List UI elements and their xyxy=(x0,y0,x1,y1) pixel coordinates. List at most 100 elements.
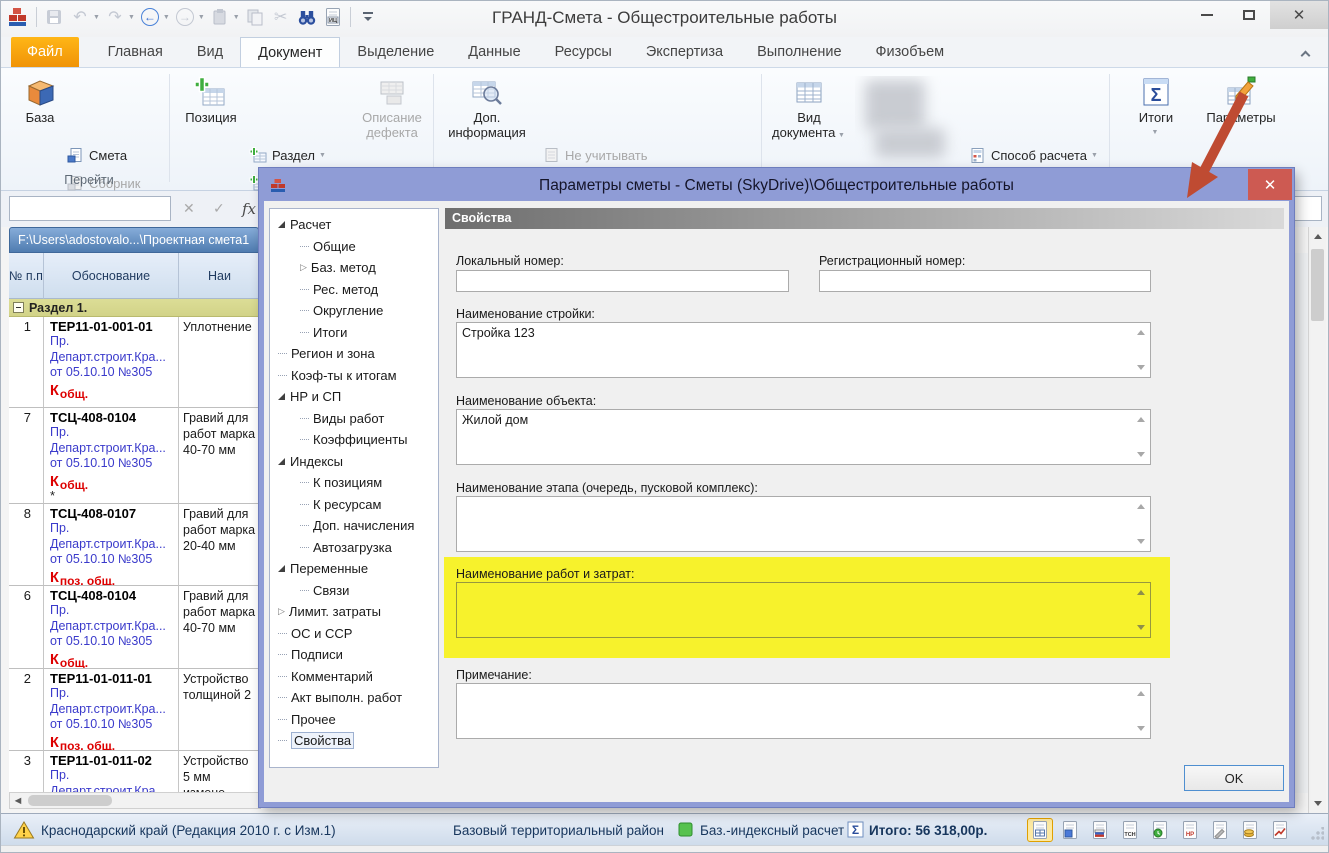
dialog-tree-item[interactable]: Свойства xyxy=(270,730,438,752)
horizontal-scrollbar[interactable]: ◄ xyxy=(9,792,261,809)
tab-file[interactable]: Файл xyxy=(11,37,79,67)
price-indices-icon[interactable]: ИЦ xyxy=(321,5,345,29)
base-button[interactable]: База xyxy=(13,74,67,125)
dialog-tree-item[interactable]: Комментарий xyxy=(270,666,438,688)
view-coins-doc-icon[interactable] xyxy=(1237,818,1263,842)
col-header-name[interactable]: Наи xyxy=(179,253,261,299)
dialog-tree-item[interactable]: ▷Лимит. затраты xyxy=(270,601,438,623)
confirm-entry-icon[interactable]: ✓ xyxy=(213,200,225,217)
view-tsn-doc-icon[interactable]: ТСН xyxy=(1117,818,1143,842)
view-chart-doc-icon[interactable] xyxy=(1267,818,1293,842)
dialog-tree-item[interactable]: Связи xyxy=(270,580,438,602)
cancel-entry-icon[interactable]: ✕ xyxy=(183,200,195,217)
local-number-input[interactable] xyxy=(456,270,789,292)
view-resource-doc-icon[interactable] xyxy=(1147,818,1173,842)
scroll-down-icon[interactable] xyxy=(1314,801,1322,806)
dropdown-arrow-icon[interactable]: ▼ xyxy=(233,14,240,21)
status-total[interactable]: Итого: 56 318,00р. xyxy=(869,814,987,846)
smeta-button[interactable]: Смета xyxy=(67,144,150,166)
scroll-left-icon[interactable]: ◄ xyxy=(10,795,26,807)
reg-number-input[interactable] xyxy=(819,270,1151,292)
view-draft-doc-icon[interactable] xyxy=(1207,818,1233,842)
view-flag-doc-icon[interactable] xyxy=(1087,818,1113,842)
tab-Выполнение[interactable]: Выполнение xyxy=(740,37,858,67)
tab-Документ[interactable]: Документ xyxy=(240,37,340,67)
chevron-up-icon[interactable] xyxy=(1137,691,1145,696)
tab-Физобъем[interactable]: Физобъем xyxy=(859,37,962,67)
resize-grip[interactable] xyxy=(1310,827,1324,841)
dialog-tree-item[interactable]: Переменные xyxy=(270,558,438,580)
scrollbar-thumb[interactable] xyxy=(1311,249,1324,321)
scrollbar-thumb[interactable] xyxy=(28,795,112,806)
construction-name-textarea[interactable]: Стройка 123 xyxy=(456,322,1151,378)
chevron-up-icon[interactable] xyxy=(1137,330,1145,335)
dropdown-arrow-icon[interactable]: ▼ xyxy=(93,14,100,21)
dialog-tree-item[interactable]: ОС и ССР xyxy=(270,623,438,645)
customize-qat-icon[interactable] xyxy=(356,5,380,29)
document-view-button[interactable]: Вид документа ▼ xyxy=(767,74,851,143)
dialog-tree-item[interactable]: Акт выполн. работ xyxy=(270,687,438,709)
collapsed-icon[interactable]: ▷ xyxy=(278,606,285,617)
defect-description-button[interactable]: Описание дефекта xyxy=(353,74,431,140)
note-textarea[interactable] xyxy=(456,683,1151,739)
dialog-tree-item[interactable]: Доп. начисления xyxy=(270,515,438,537)
copy-icon[interactable] xyxy=(243,5,267,29)
dialog-tree-item[interactable]: Общие xyxy=(270,236,438,258)
totals-button[interactable]: Σ Итоги ▼ xyxy=(1127,74,1185,140)
calculation-method-button[interactable]: Способ расчета▼ xyxy=(969,144,1108,166)
tab-Экспертиза[interactable]: Экспертиза xyxy=(629,37,740,67)
tab-Вид[interactable]: Вид xyxy=(180,37,240,67)
chevron-down-icon[interactable] xyxy=(1137,625,1145,630)
additional-info-button[interactable]: Доп. информация xyxy=(439,74,535,140)
document-tab[interactable]: F:\Users\adostovalo...\Проектная смета1 xyxy=(9,227,259,253)
scroll-up-icon[interactable] xyxy=(1314,234,1322,239)
expanded-icon[interactable] xyxy=(278,458,285,465)
chevron-up-icon[interactable] xyxy=(1137,590,1145,595)
stage-name-textarea[interactable] xyxy=(456,496,1151,552)
status-calc-method[interactable]: Баз.-индексный расчет xyxy=(700,814,844,846)
ok-button[interactable]: OK xyxy=(1184,765,1284,791)
chevron-down-icon[interactable] xyxy=(1137,452,1145,457)
chevron-up-icon[interactable] xyxy=(1137,504,1145,509)
view-nr-doc-icon[interactable]: НР xyxy=(1177,818,1203,842)
dialog-tree-item[interactable]: Итоги xyxy=(270,322,438,344)
dialog-tree-item[interactable]: ▷Баз. метод xyxy=(270,257,438,279)
dropdown-arrow-icon[interactable]: ▼ xyxy=(163,14,170,21)
works-name-textarea[interactable] xyxy=(456,582,1151,638)
undo-icon[interactable]: ↶ xyxy=(68,5,92,29)
dialog-tree-item[interactable]: Регион и зона xyxy=(270,343,438,365)
expanded-icon[interactable] xyxy=(278,221,285,228)
cut-icon[interactable]: ✂ xyxy=(269,5,293,29)
dialog-tree-item[interactable]: Расчет xyxy=(270,214,438,236)
object-name-textarea[interactable]: Жилой дом xyxy=(456,409,1151,465)
find-icon[interactable] xyxy=(295,5,319,29)
tab-Выделение[interactable]: Выделение xyxy=(340,37,451,67)
tab-Данные[interactable]: Данные xyxy=(451,37,537,67)
dropdown-arrow-icon[interactable]: ▼ xyxy=(198,14,205,21)
dialog-title-bar[interactable]: Параметры сметы - Сметы (SkyDrive)\Общес… xyxy=(264,173,1289,201)
tab-Главная[interactable]: Главная xyxy=(91,37,180,67)
expanded-icon[interactable] xyxy=(278,565,285,572)
dialog-tree-item[interactable]: Коэффициенты xyxy=(270,429,438,451)
minimize-button[interactable] xyxy=(1186,1,1228,29)
name-box[interactable] xyxy=(9,196,171,221)
chevron-up-icon[interactable] xyxy=(1137,417,1145,422)
collapsed-icon[interactable]: ▷ xyxy=(300,262,307,273)
collapse-section-icon[interactable] xyxy=(13,302,24,313)
dialog-tree-item[interactable]: Автозагрузка xyxy=(270,537,438,559)
vertical-scrollbar[interactable] xyxy=(1308,227,1326,813)
dialog-tree-item[interactable]: Округление xyxy=(270,300,438,322)
dialog-tree-item[interactable]: Подписи xyxy=(270,644,438,666)
chevron-down-icon[interactable] xyxy=(1137,539,1145,544)
expanded-icon[interactable] xyxy=(278,393,285,400)
close-button[interactable]: ✕ xyxy=(1270,1,1328,29)
dialog-tree-item[interactable]: Виды работ xyxy=(270,408,438,430)
col-header-justification[interactable]: Обоснование xyxy=(44,253,179,299)
dialog-tree-item[interactable]: Коэф-ты к итогам xyxy=(270,365,438,387)
redo-icon[interactable]: ↷ xyxy=(103,5,127,29)
chevron-down-icon[interactable] xyxy=(1137,365,1145,370)
dialog-tree-item[interactable]: НР и СП xyxy=(270,386,438,408)
dialog-close-button[interactable]: ✕ xyxy=(1248,169,1292,200)
dropdown-arrow-icon[interactable]: ▼ xyxy=(128,14,135,21)
tab-Ресурсы[interactable]: Ресурсы xyxy=(538,37,629,67)
